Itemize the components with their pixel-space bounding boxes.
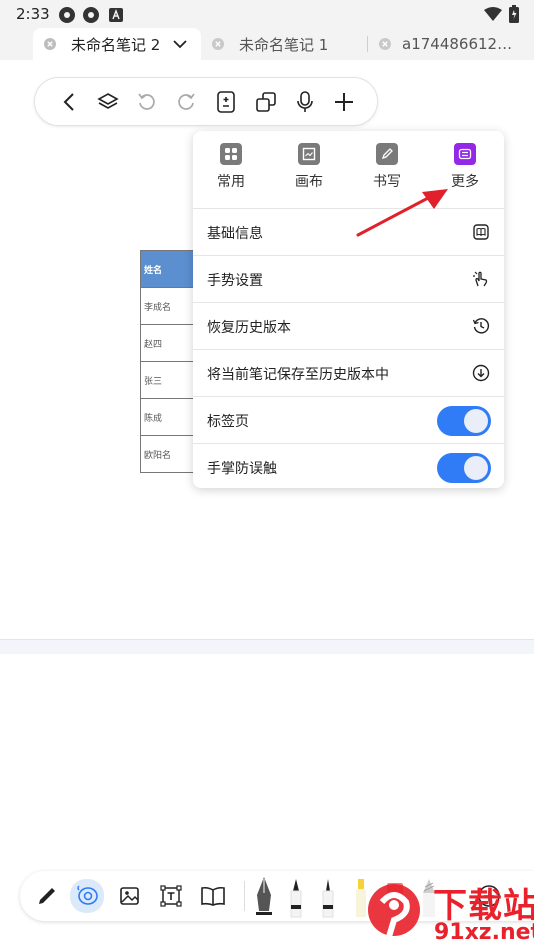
fountain-pen-icon[interactable]	[253, 875, 275, 921]
toolbar-divider	[244, 881, 245, 911]
pen-icon	[376, 143, 398, 165]
redo-icon[interactable]	[174, 90, 198, 114]
menu-item-label: 基础信息	[207, 226, 263, 242]
menu-item-label: 将当前笔记保存至历史版本中	[207, 367, 389, 383]
tab-bar: 未命名笔记 2 未命名笔记 1 a174486612…	[0, 28, 534, 60]
menu-item-label: 手掌防误触	[207, 461, 277, 477]
tab-file[interactable]: a174486612…	[368, 28, 534, 60]
mic-icon[interactable]	[293, 90, 317, 114]
close-tab-icon[interactable]	[39, 33, 61, 55]
menu-item-label: 标签页	[207, 414, 249, 430]
page-icon[interactable]	[214, 90, 238, 114]
menu-item-gesture[interactable]: 手势设置	[193, 255, 504, 302]
close-tab-icon[interactable]	[374, 33, 396, 55]
layers-icon[interactable]	[96, 90, 120, 114]
ballpoint-pen-icon[interactable]	[285, 875, 307, 921]
save-down-icon	[472, 364, 490, 382]
menu-item-label: 恢复历史版本	[207, 320, 291, 336]
tab-label: 未命名笔记 1	[239, 35, 329, 54]
menu-tab-label: 常用	[217, 174, 245, 190]
app-notification-icon	[58, 6, 76, 28]
annotation-arrow	[356, 189, 448, 237]
battery-icon	[509, 5, 519, 27]
more-settings-icon	[454, 143, 476, 165]
palm-rejection-toggle[interactable]	[437, 453, 491, 483]
watermark-emblem	[368, 884, 420, 941]
menu-tab-label: 画布	[295, 174, 323, 190]
page-divider	[0, 639, 534, 654]
undo-icon[interactable]	[135, 90, 159, 114]
status-bar: 2:33	[0, 0, 534, 28]
lasso-icon[interactable]	[70, 879, 104, 913]
menu-item-restore-history[interactable]: 恢复历史版本	[193, 302, 504, 349]
top-toolbar	[34, 77, 378, 126]
pencil-icon[interactable]	[34, 883, 60, 909]
tabs-toggle[interactable]	[437, 406, 491, 436]
table-cell: 陈成	[140, 398, 200, 436]
table-header-cell: 姓名	[140, 250, 200, 288]
menu-item-basic-info[interactable]: 基础信息	[193, 208, 504, 255]
gesture-icon	[472, 270, 490, 288]
menu-item-tabs: 标签页	[193, 396, 504, 443]
table-cell: 李成名	[140, 287, 200, 325]
back-icon[interactable]	[57, 90, 81, 114]
app-notification-icon	[82, 6, 100, 28]
tab-label: 未命名笔记 2	[71, 35, 161, 54]
menu-tab-canvas[interactable]: 画布	[279, 143, 339, 203]
table-cell: 赵四	[140, 324, 200, 362]
watermark-url: 91xz.net	[434, 920, 534, 945]
tab-note-1[interactable]: 未命名笔记 1	[201, 28, 368, 60]
close-tab-icon[interactable]	[207, 33, 229, 55]
copy-icon[interactable]	[254, 90, 278, 114]
grid-icon	[220, 143, 242, 165]
tab-note-2[interactable]: 未命名笔记 2	[33, 28, 201, 60]
image-icon[interactable]	[117, 883, 143, 909]
more-menu: 常用 画布 书写 更多 基础信息 手势设置 恢复历史版本 将当前笔记保存至历史版…	[193, 131, 504, 488]
gel-pen-icon[interactable]	[317, 875, 339, 921]
font-notification-icon	[109, 7, 123, 26]
status-time: 2:33	[16, 5, 50, 23]
plus-icon[interactable]	[332, 90, 356, 114]
info-book-icon	[472, 223, 490, 241]
canvas-table[interactable]: 姓名 李成名 赵四 张三 陈成 欧阳名	[140, 250, 200, 473]
chevron-down-icon[interactable]	[173, 35, 187, 53]
text-box-icon[interactable]	[158, 883, 184, 909]
menu-item-label: 手势设置	[207, 273, 263, 289]
tab-label: a174486612…	[402, 35, 513, 53]
history-icon	[472, 317, 490, 335]
watermark-logo: 下载站 91xz.net	[358, 876, 534, 950]
wifi-icon	[484, 7, 502, 26]
toggle-knob	[464, 456, 488, 480]
menu-item-save-history[interactable]: 将当前笔记保存至历史版本中	[193, 349, 504, 396]
menu-item-palm-rejection: 手掌防误触	[193, 443, 504, 490]
table-cell: 张三	[140, 361, 200, 399]
canvas-icon	[298, 143, 320, 165]
menu-tab-common[interactable]: 常用	[201, 143, 261, 203]
table-cell: 欧阳名	[140, 435, 200, 473]
book-icon[interactable]	[200, 883, 226, 909]
toggle-knob	[464, 409, 488, 433]
